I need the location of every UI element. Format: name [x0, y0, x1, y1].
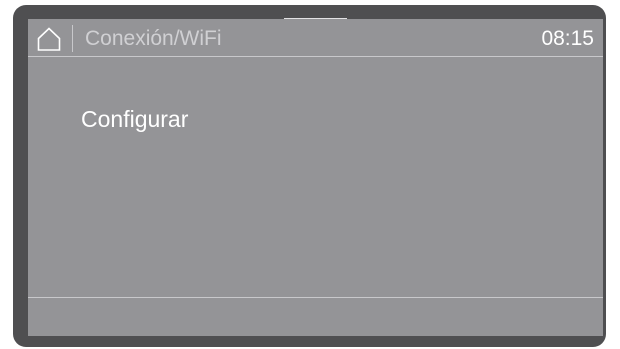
header-divider [72, 25, 73, 52]
home-button[interactable] [37, 27, 61, 51]
house-icon [37, 27, 61, 51]
header-bar: Conexión/WiFi 08:15 [28, 19, 603, 56]
header-separator [28, 56, 603, 57]
clock: 08:15 [541, 27, 594, 50]
menu-item-configurar[interactable]: Configurar [81, 105, 188, 133]
page-title: Conexión/WiFi [85, 27, 222, 50]
footer-bar [28, 298, 603, 336]
display-screen: Conexión/WiFi 08:15 Configurar [28, 19, 603, 336]
